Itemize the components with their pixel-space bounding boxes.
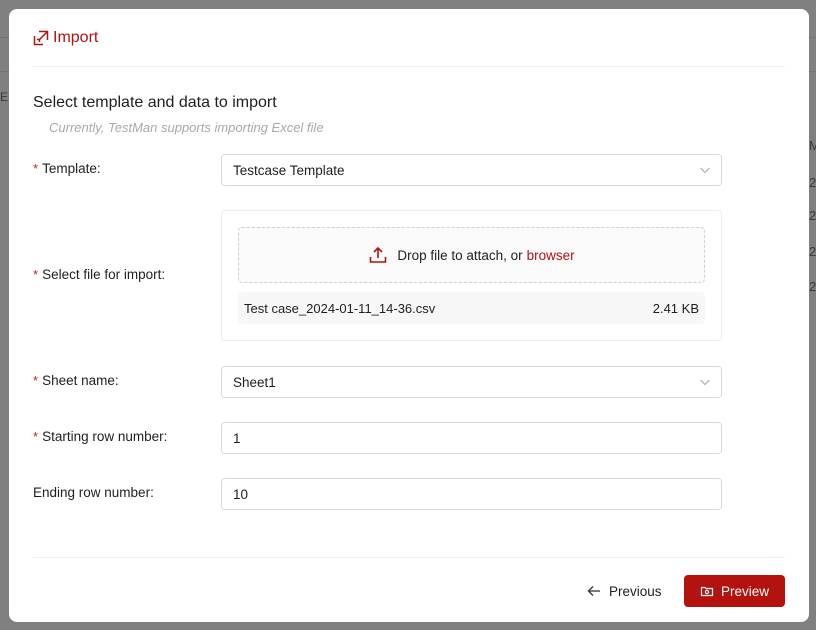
- template-select[interactable]: Testcase Template: [221, 154, 722, 186]
- upload-area: Drop file to attach, or browser Test cas…: [221, 210, 722, 341]
- file-size: 2.41 KB: [652, 300, 699, 316]
- end-row-label: Ending row number:: [33, 485, 154, 500]
- upload-icon: [368, 245, 388, 265]
- sheet-select-value: Sheet1: [233, 374, 276, 390]
- import-icon: [33, 30, 49, 46]
- previous-button[interactable]: Previous: [579, 575, 670, 607]
- start-row-input[interactable]: 1: [221, 422, 722, 454]
- preview-button[interactable]: Preview: [684, 575, 785, 607]
- section-subtitle: Currently, TestMan supports importing Ex…: [49, 120, 324, 135]
- modal-header: Import: [33, 9, 785, 67]
- file-label: * Select file for import:: [33, 267, 166, 282]
- modal-title: Import: [53, 28, 99, 46]
- chevron-down-icon: [699, 164, 711, 176]
- start-row-value: 1: [233, 430, 241, 446]
- start-row-label: * Starting row number:: [33, 429, 168, 444]
- browse-link[interactable]: browser: [527, 248, 575, 263]
- section-title: Select template and data to import: [33, 94, 277, 111]
- bg-column-header: M: [809, 138, 816, 153]
- preview-icon: [700, 584, 714, 598]
- arrow-left-icon: [587, 584, 601, 598]
- bg-cell: 2: [809, 244, 816, 259]
- end-row-input[interactable]: 10: [221, 478, 722, 510]
- required-mark: *: [33, 267, 39, 282]
- attached-file-item[interactable]: Test case_2024-01-11_14-36.csv 2.41 KB: [238, 292, 705, 324]
- template-label: * Template:: [33, 161, 101, 176]
- bg-cell: 2: [809, 208, 816, 223]
- preview-label: Preview: [720, 583, 769, 599]
- sheet-select[interactable]: Sheet1: [221, 366, 722, 398]
- bg-cell: 2: [809, 175, 816, 190]
- required-mark: *: [33, 429, 39, 444]
- end-row-value: 10: [233, 486, 249, 502]
- previous-label: Previous: [609, 583, 662, 599]
- required-mark: *: [33, 161, 39, 176]
- chevron-down-icon: [699, 376, 711, 388]
- bg-cell: 2: [809, 279, 816, 294]
- file-dropzone[interactable]: Drop file to attach, or browser: [238, 227, 705, 283]
- drop-text: Drop file to attach, or: [397, 247, 523, 263]
- file-name: Test case_2024-01-11_14-36.csv: [244, 300, 436, 316]
- required-mark: *: [33, 373, 39, 388]
- template-select-value: Testcase Template: [233, 162, 345, 178]
- sheet-label: * Sheet name:: [33, 373, 119, 388]
- footer-divider: [33, 557, 785, 558]
- import-modal: Import Select template and data to impor…: [9, 9, 809, 622]
